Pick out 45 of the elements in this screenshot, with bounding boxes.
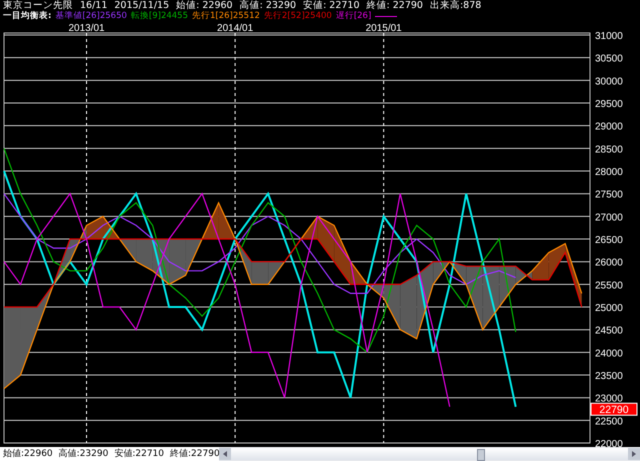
- status-value: 終値:22790: [170, 448, 220, 461]
- axis-label: 2014/01: [217, 23, 254, 34]
- status-value: 始値:22960: [3, 448, 53, 461]
- axis-label: 29000: [595, 122, 623, 133]
- scroll-left-icon[interactable]: [219, 448, 231, 460]
- status-value: 高値:23290: [58, 448, 108, 461]
- status-value: 安値:22710: [114, 448, 164, 461]
- legend-item: 転換[9]24455: [130, 11, 188, 21]
- axis-label: 28500: [595, 144, 623, 156]
- axis-label: 26000: [595, 258, 623, 269]
- legend-item: 先行2[52]25400: [264, 11, 332, 21]
- axis-label: 25000: [595, 303, 623, 314]
- legend-title: 一目均衡表:: [3, 11, 52, 21]
- axis-label: 2013/01: [68, 23, 105, 34]
- axis-label: 30000: [595, 76, 623, 88]
- axis-label: 24500: [595, 326, 623, 337]
- contract-month: 16/11: [80, 0, 108, 11]
- axis-label: 29500: [595, 99, 623, 110]
- axis-label: 25500: [595, 280, 623, 292]
- axis-label: 22500: [595, 416, 623, 428]
- instrument-name: 東京コーン先限: [3, 0, 73, 11]
- legend-item: 先行1[26]25512: [192, 11, 260, 21]
- quote-date: 2015/11/15: [114, 0, 170, 11]
- legend-item: 基準値[26]25650: [55, 11, 127, 21]
- axis-label: 28000: [595, 167, 623, 178]
- quote-value: 終値: 22790: [366, 0, 423, 11]
- axis-label: 31000: [595, 31, 623, 42]
- horizontal-scrollbar[interactable]: [219, 447, 640, 461]
- axis-label: 27000: [595, 212, 623, 224]
- axis-label: 24000: [595, 348, 623, 360]
- quote-value: 高値: 23290: [240, 0, 296, 11]
- legend-item: 遅行[26]: [336, 11, 372, 21]
- axis-label: 26500: [595, 235, 623, 246]
- axis-label: 27500: [595, 190, 623, 201]
- axis-label: 23000: [595, 394, 623, 405]
- quote-value: 始値: 22960: [176, 0, 233, 11]
- axis-label: 30500: [595, 54, 623, 65]
- quote-value: 出来高:878: [430, 0, 482, 11]
- quote-value: 安値: 22710: [303, 0, 360, 11]
- axis-label: 23500: [595, 371, 623, 382]
- scroll-right-icon[interactable]: [628, 448, 640, 460]
- scroll-thumb[interactable]: [477, 449, 485, 461]
- last-price-tag: 22790: [590, 402, 638, 416]
- axis-label: 22000: [595, 439, 623, 447]
- axis-label: 2015/01: [366, 23, 402, 34]
